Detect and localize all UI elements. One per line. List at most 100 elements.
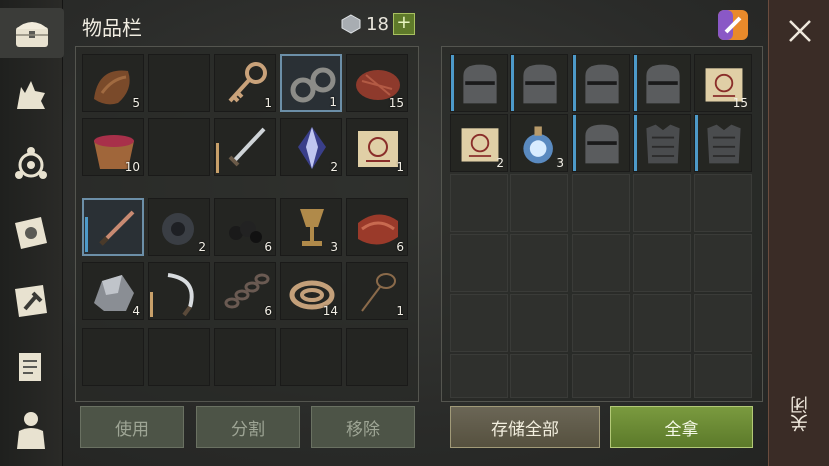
rarity-edge [573,55,576,111]
inventory-slot-empty[interactable] [346,328,408,386]
inventory-slot[interactable]: 6 [214,198,276,256]
hammer-map-icon [15,285,47,317]
tab-recipes[interactable] [6,342,56,392]
tab-crafting[interactable] [6,276,56,326]
item-quantity: 2 [496,156,504,170]
storage-slot-empty[interactable] [572,294,630,352]
item-quantity: 2 [330,160,338,174]
clan-symbol-icon [15,147,47,179]
inventory-slot[interactable]: 15 [346,54,408,112]
storage-slot-empty[interactable] [510,234,568,292]
helmet-icon [523,64,557,104]
inventory-slot[interactable]: 1 [280,54,342,112]
storage-slot-empty[interactable] [572,234,630,292]
storage-slot[interactable] [572,54,630,112]
inventory-slot[interactable]: 1 [346,262,408,320]
storage-slot-empty[interactable] [510,294,568,352]
item-quantity: 6 [396,240,404,254]
scroll-quill-icon [19,353,41,381]
paint-brush-icon[interactable] [716,8,750,42]
inventory-slot[interactable] [214,118,276,176]
inventory-slot[interactable]: 10 [82,118,144,176]
tab-character[interactable] [6,404,56,454]
inventory-slot[interactable]: 1 [346,118,408,176]
rarity-edge [451,55,454,111]
item-quantity: 3 [330,240,338,254]
durability-bar [150,292,153,317]
item-quantity: 3 [556,156,564,170]
storage-slot-empty[interactable] [450,174,508,232]
inventory-slot-empty[interactable] [214,328,276,386]
storage-slot[interactable]: 15 [694,54,752,112]
tab-clan[interactable] [6,140,56,190]
storage-slot[interactable]: 3 [510,114,568,172]
storage-slot-empty[interactable] [450,294,508,352]
item-quantity: 14 [322,304,338,318]
storage-slot-empty[interactable] [572,174,630,232]
storage-slot-empty[interactable] [694,174,752,232]
inventory-slot[interactable] [148,262,210,320]
inventory-slot-empty[interactable] [148,328,210,386]
helmet-icon [585,64,619,104]
storage-slot[interactable] [450,54,508,112]
storage-slot[interactable] [572,114,630,172]
inventory-slot[interactable]: 6 [214,262,276,320]
storage-slot[interactable] [633,114,691,172]
item-quantity: 10 [124,160,140,174]
item-quantity: 15 [732,96,748,110]
storage-slot-empty[interactable] [694,294,752,352]
storage-slot[interactable] [694,114,752,172]
inventory-slot[interactable]: 3 [280,198,342,256]
rarity-edge [695,115,698,171]
currency-count: 18 [366,13,389,35]
storage-slot-empty[interactable] [633,174,691,232]
item-quantity: 1 [329,95,337,109]
store-all-button[interactable]: 存储全部 [450,406,600,448]
inventory-slot[interactable]: 5 [82,54,144,112]
armor-icon [646,124,680,164]
storage-slot[interactable] [510,54,568,112]
rarity-edge [511,55,514,111]
item-quantity: 1 [396,304,404,318]
storage-slot-empty[interactable] [572,354,630,398]
tab-pets[interactable] [6,70,56,120]
rarity-edge [634,55,637,111]
close-label[interactable]: 关闭 [788,396,811,432]
inventory-slot[interactable]: 14 [280,262,342,320]
inventory-slot[interactable]: 6 [346,198,408,256]
helmet-icon [585,124,619,164]
inventory-slot[interactable] [148,118,210,176]
close-icon[interactable] [787,18,813,44]
storage-slot-empty[interactable] [633,354,691,398]
inventory-slot-empty[interactable] [82,328,144,386]
use-button[interactable]: 使用 [80,406,184,448]
storage-slot-empty[interactable] [633,234,691,292]
storage-slot-empty[interactable] [510,174,568,232]
inventory-slot[interactable] [82,198,144,256]
inventory-slot[interactable]: 1 [214,54,276,112]
inventory-slot[interactable]: 2 [280,118,342,176]
storage-slot-empty[interactable] [633,294,691,352]
rarity-edge [573,115,576,171]
remove-button[interactable]: 移除 [311,406,415,448]
tab-inventory-chest[interactable] [0,8,64,58]
gem-icon [341,14,361,34]
storage-slot-empty[interactable] [694,234,752,292]
storage-slot-empty[interactable] [450,234,508,292]
item-quantity: 1 [264,96,272,110]
inventory-slot[interactable]: 4 [82,262,144,320]
take-all-button[interactable]: 全拿 [610,406,753,448]
tab-events[interactable] [6,208,56,258]
storage-slot[interactable]: 2 [450,114,508,172]
add-currency-button[interactable]: + [392,13,415,35]
item-quantity: 5 [132,96,140,110]
storage-slot-empty[interactable] [510,354,568,398]
storage-slot-empty[interactable] [694,354,752,398]
character-icon [17,412,45,449]
inventory-slot[interactable]: 2 [148,198,210,256]
inventory-slot-empty[interactable] [280,328,342,386]
storage-slot-empty[interactable] [450,354,508,398]
storage-slot[interactable] [633,54,691,112]
inventory-slot[interactable] [148,54,210,112]
split-button[interactable]: 分割 [196,406,300,448]
